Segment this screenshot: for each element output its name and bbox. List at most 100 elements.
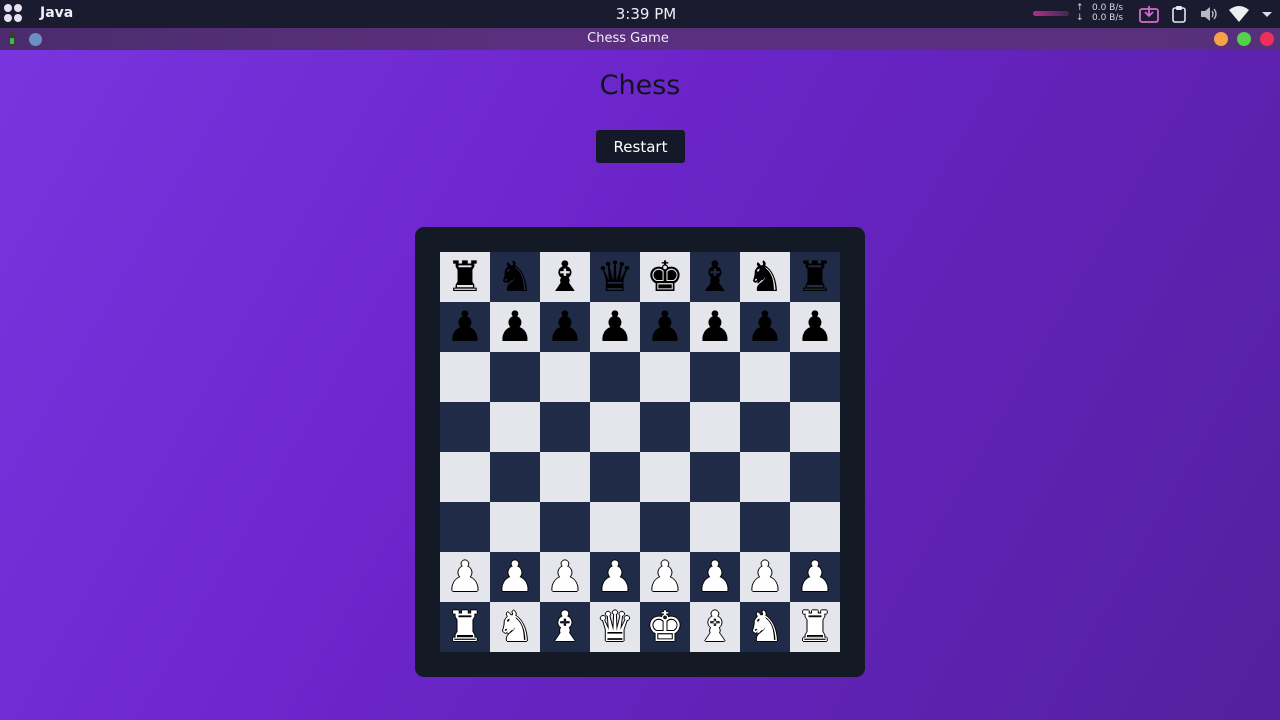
black-pawn[interactable]: ♟ xyxy=(546,302,584,352)
black-knight[interactable]: ♞ xyxy=(746,252,784,302)
white-pawn[interactable]: ♟ xyxy=(746,552,784,602)
square-b1[interactable]: ♞ xyxy=(490,602,540,652)
black-pawn[interactable]: ♟ xyxy=(696,302,734,352)
white-knight[interactable]: ♞ xyxy=(746,602,784,652)
download-tray-icon[interactable] xyxy=(1138,4,1160,24)
minimize-button[interactable] xyxy=(1214,32,1228,46)
square-a2[interactable]: ♟ xyxy=(440,552,490,602)
square-h6[interactable] xyxy=(790,352,840,402)
square-e2[interactable]: ♟ xyxy=(640,552,690,602)
black-queen[interactable]: ♛ xyxy=(596,252,634,302)
square-c5[interactable] xyxy=(540,402,590,452)
square-d1[interactable]: ♛ xyxy=(590,602,640,652)
square-f5[interactable] xyxy=(690,402,740,452)
square-e7[interactable]: ♟ xyxy=(640,302,690,352)
square-e8[interactable]: ♚ xyxy=(640,252,690,302)
white-rook[interactable]: ♜ xyxy=(446,602,484,652)
black-pawn[interactable]: ♟ xyxy=(796,302,834,352)
close-button[interactable] xyxy=(1260,32,1274,46)
square-b5[interactable] xyxy=(490,402,540,452)
square-c7[interactable]: ♟ xyxy=(540,302,590,352)
active-app-name[interactable]: Java xyxy=(40,5,73,21)
volume-icon[interactable] xyxy=(1199,4,1219,24)
black-bishop[interactable]: ♝ xyxy=(696,252,734,302)
white-pawn[interactable]: ♟ xyxy=(446,552,484,602)
black-pawn[interactable]: ♟ xyxy=(446,302,484,352)
square-c2[interactable]: ♟ xyxy=(540,552,590,602)
square-h4[interactable] xyxy=(790,452,840,502)
square-b2[interactable]: ♟ xyxy=(490,552,540,602)
square-f7[interactable]: ♟ xyxy=(690,302,740,352)
square-a6[interactable] xyxy=(440,352,490,402)
window-menu-icon[interactable] xyxy=(29,33,42,46)
white-pawn[interactable]: ♟ xyxy=(496,552,534,602)
square-g7[interactable]: ♟ xyxy=(740,302,790,352)
square-c8[interactable]: ♝ xyxy=(540,252,590,302)
white-pawn[interactable]: ♟ xyxy=(796,552,834,602)
square-c4[interactable] xyxy=(540,452,590,502)
square-a4[interactable] xyxy=(440,452,490,502)
square-c6[interactable] xyxy=(540,352,590,402)
square-b7[interactable]: ♟ xyxy=(490,302,540,352)
black-pawn[interactable]: ♟ xyxy=(646,302,684,352)
black-rook[interactable]: ♜ xyxy=(446,252,484,302)
square-a5[interactable] xyxy=(440,402,490,452)
square-h3[interactable] xyxy=(790,502,840,552)
square-f8[interactable]: ♝ xyxy=(690,252,740,302)
square-g3[interactable] xyxy=(740,502,790,552)
square-e1[interactable]: ♚ xyxy=(640,602,690,652)
square-d6[interactable] xyxy=(590,352,640,402)
square-f6[interactable] xyxy=(690,352,740,402)
square-d4[interactable] xyxy=(590,452,640,502)
white-knight[interactable]: ♞ xyxy=(496,602,534,652)
square-d5[interactable] xyxy=(590,402,640,452)
clock[interactable]: 3:39 PM xyxy=(600,5,692,23)
white-pawn[interactable]: ♟ xyxy=(646,552,684,602)
black-king[interactable]: ♚ xyxy=(646,252,684,302)
square-e6[interactable] xyxy=(640,352,690,402)
square-e5[interactable] xyxy=(640,402,690,452)
square-b8[interactable]: ♞ xyxy=(490,252,540,302)
black-pawn[interactable]: ♟ xyxy=(746,302,784,352)
black-pawn[interactable]: ♟ xyxy=(496,302,534,352)
square-b3[interactable] xyxy=(490,502,540,552)
white-bishop[interactable]: ♝ xyxy=(546,602,584,652)
white-pawn[interactable]: ♟ xyxy=(696,552,734,602)
square-g1[interactable]: ♞ xyxy=(740,602,790,652)
white-queen[interactable]: ♛ xyxy=(596,602,634,652)
square-g5[interactable] xyxy=(740,402,790,452)
square-g2[interactable]: ♟ xyxy=(740,552,790,602)
black-rook[interactable]: ♜ xyxy=(796,252,834,302)
restart-button[interactable]: Restart xyxy=(596,130,685,163)
maximize-button[interactable] xyxy=(1237,32,1251,46)
square-g6[interactable] xyxy=(740,352,790,402)
square-a7[interactable]: ♟ xyxy=(440,302,490,352)
square-e3[interactable] xyxy=(640,502,690,552)
black-bishop[interactable]: ♝ xyxy=(546,252,584,302)
square-h7[interactable]: ♟ xyxy=(790,302,840,352)
square-b4[interactable] xyxy=(490,452,540,502)
clipboard-icon[interactable] xyxy=(1171,4,1187,24)
square-c3[interactable] xyxy=(540,502,590,552)
black-knight[interactable]: ♞ xyxy=(496,252,534,302)
black-pawn[interactable]: ♟ xyxy=(596,302,634,352)
square-a3[interactable] xyxy=(440,502,490,552)
white-rook[interactable]: ♜ xyxy=(796,602,834,652)
square-a1[interactable]: ♜ xyxy=(440,602,490,652)
square-d2[interactable]: ♟ xyxy=(590,552,640,602)
square-a8[interactable]: ♜ xyxy=(440,252,490,302)
square-c1[interactable]: ♝ xyxy=(540,602,590,652)
wifi-icon[interactable] xyxy=(1228,4,1250,24)
square-d8[interactable]: ♛ xyxy=(590,252,640,302)
white-king[interactable]: ♚ xyxy=(646,602,684,652)
white-pawn[interactable]: ♟ xyxy=(596,552,634,602)
square-g4[interactable] xyxy=(740,452,790,502)
apps-grid-icon[interactable] xyxy=(4,4,22,22)
white-bishop[interactable]: ♝ xyxy=(696,602,734,652)
square-f1[interactable]: ♝ xyxy=(690,602,740,652)
square-e4[interactable] xyxy=(640,452,690,502)
square-h8[interactable]: ♜ xyxy=(790,252,840,302)
square-h2[interactable]: ♟ xyxy=(790,552,840,602)
square-d3[interactable] xyxy=(590,502,640,552)
square-f2[interactable]: ♟ xyxy=(690,552,740,602)
